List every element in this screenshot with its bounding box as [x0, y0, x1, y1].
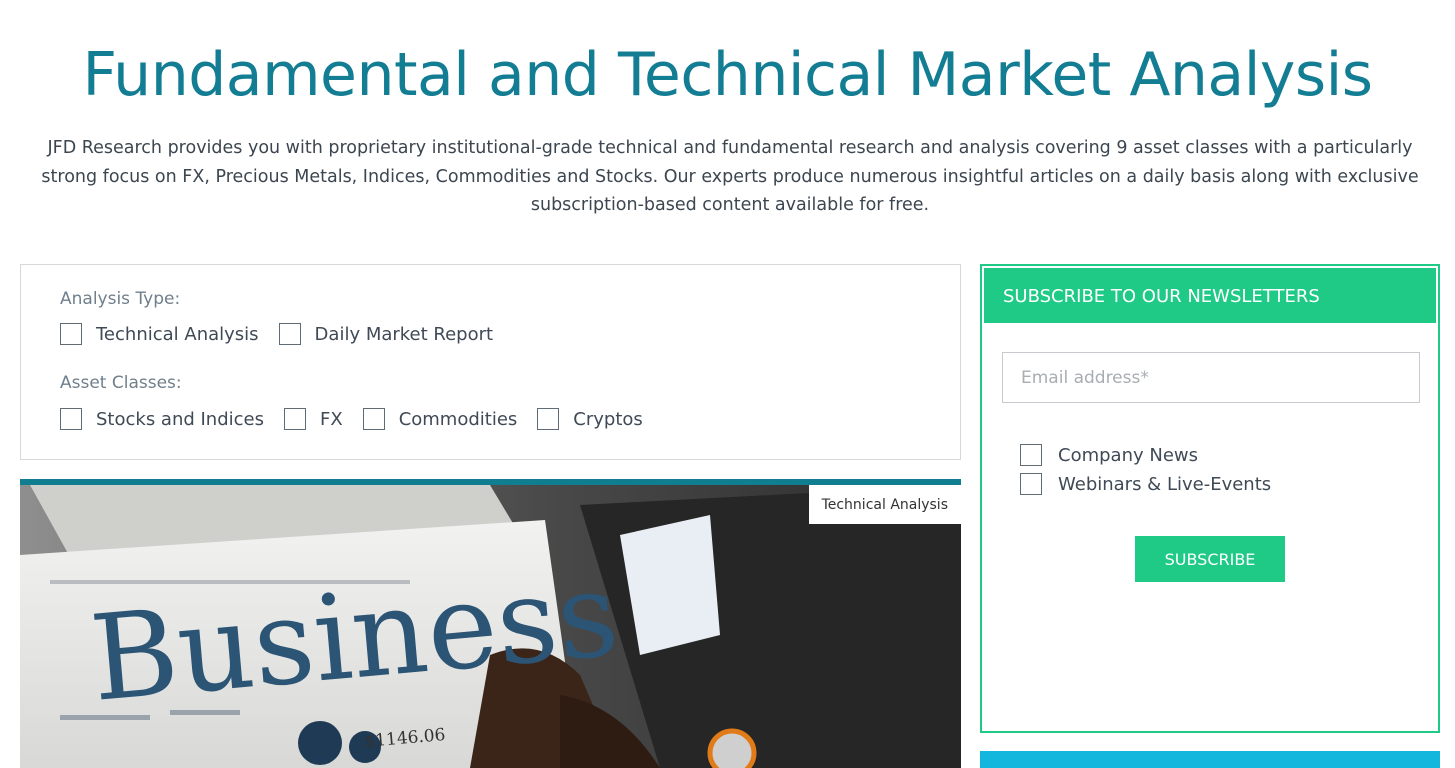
commodities-checkbox[interactable]	[362, 408, 385, 430]
filter-option-label: Commodities	[398, 408, 518, 430]
next-sidebar-panel	[980, 751, 1440, 768]
newsletter-option-label: Webinars & Live-Events	[1058, 473, 1272, 495]
company-news-checkbox[interactable]	[1020, 444, 1042, 466]
email-field[interactable]	[1002, 352, 1420, 403]
newsletter-option-company-news[interactable]: Company News	[1020, 444, 1198, 466]
asset-class-options: Stocks and Indices FX Commodities Crypto…	[60, 408, 663, 430]
filter-panel: Analysis Type: Technical Analysis Daily …	[20, 264, 961, 460]
analysis-type-options: Technical Analysis Daily Market Report	[60, 323, 513, 345]
daily-market-report-checkbox[interactable]	[278, 323, 301, 345]
filter-option-label: Cryptos	[573, 408, 643, 430]
asset-classes-label: Asset Classes:	[60, 373, 182, 393]
filter-option-label: Technical Analysis	[96, 323, 259, 345]
newsletter-panel: SUBSCRIBE TO OUR NEWSLETTERS Company New…	[980, 264, 1440, 733]
filter-option-label: FX	[320, 408, 343, 430]
filter-fx[interactable]: FX	[284, 408, 343, 430]
newsletter-option-webinars[interactable]: Webinars & Live-Events	[1020, 473, 1271, 495]
technical-analysis-checkbox[interactable]	[60, 323, 82, 345]
filter-option-label: Stocks and Indices	[96, 408, 264, 430]
subscribe-button[interactable]: SUBSCRIBE	[1135, 536, 1285, 582]
article-image-overlay: Business $1146.06	[85, 544, 623, 752]
cryptos-checkbox[interactable]	[537, 408, 560, 430]
filter-daily-market-report[interactable]: Daily Market Report	[278, 323, 494, 345]
filter-option-label: Daily Market Report	[314, 323, 494, 345]
analysis-type-label: Analysis Type:	[60, 289, 181, 309]
newsletter-header: SUBSCRIBE TO OUR NEWSLETTERS	[984, 268, 1436, 323]
filter-stocks-and-indices[interactable]: Stocks and Indices	[60, 408, 264, 430]
page-title: Fundamental and Technical Market Analysi…	[82, 40, 1373, 110]
filter-technical-analysis[interactable]: Technical Analysis	[60, 323, 259, 345]
filter-commodities[interactable]: Commodities	[362, 408, 518, 430]
webinars-checkbox[interactable]	[1020, 473, 1042, 495]
image-price: $1146.06	[364, 725, 447, 752]
image-headline: Business	[85, 544, 623, 727]
stocks-and-indices-checkbox[interactable]	[60, 408, 82, 430]
article-category-badge[interactable]: Technical Analysis	[808, 485, 961, 524]
newsletter-option-label: Company News	[1058, 444, 1198, 466]
intro-text: JFD Research provides you with proprieta…	[41, 138, 1419, 215]
fx-checkbox[interactable]	[284, 408, 306, 430]
article-card[interactable]: Business $1146.06 Technical Analysis	[20, 479, 961, 768]
filter-cryptos[interactable]: Cryptos	[537, 408, 643, 430]
